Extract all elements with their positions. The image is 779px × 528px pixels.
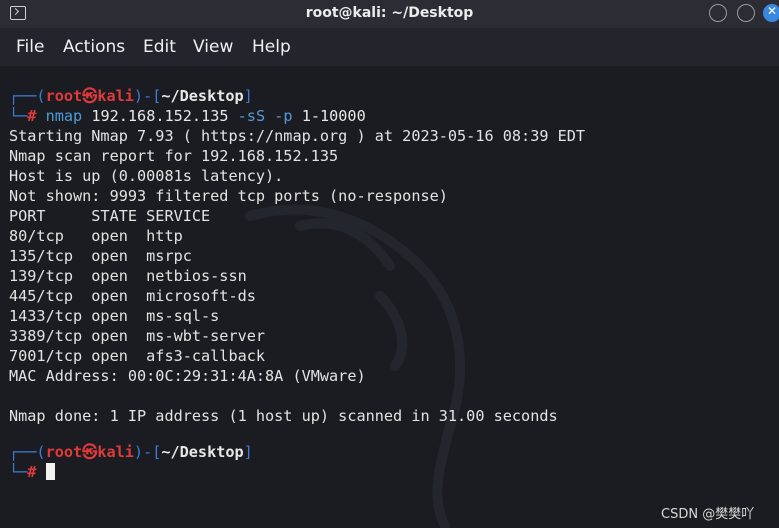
- output-line: Host is up (0.00081s latency).: [9, 167, 284, 185]
- output-line: 3389/tcp open ms-wbt-server: [9, 327, 266, 345]
- menu-bar: File Actions Edit View Help: [0, 28, 779, 66]
- csdn-watermark: CSDN @樊樊吖: [661, 507, 755, 522]
- maximize-button[interactable]: [737, 4, 755, 22]
- text-cursor: [45, 463, 55, 480]
- menu-help[interactable]: Help: [252, 37, 291, 57]
- output-line: Nmap done: 1 IP address (1 host up) scan…: [9, 407, 558, 425]
- output-line: MAC Address: 00:0C:29:31:4A:8A (VMware): [9, 367, 366, 385]
- title-bar: root@kali: ~/Desktop: [0, 0, 779, 28]
- output-line: 1433/tcp open ms-sql-s: [9, 307, 220, 325]
- output-line: Starting Nmap 7.93 ( https://nmap.org ) …: [9, 127, 586, 145]
- input-line[interactable]: └─#: [9, 462, 55, 482]
- output-line: 80/tcp open http: [9, 227, 183, 245]
- terminal-area[interactable]: ┌──(root㉿kali)-[~/Desktop] └─# nmap 192.…: [0, 66, 779, 528]
- minimize-button[interactable]: [709, 4, 727, 22]
- close-button[interactable]: [763, 4, 779, 22]
- command-line: └─# nmap 192.168.152.135 -sS -p 1-10000: [9, 107, 366, 125]
- output-line: 135/tcp open msrpc: [9, 247, 192, 265]
- output-line: Not shown: 9993 filtered tcp ports (no-r…: [9, 187, 448, 205]
- output-line: Nmap scan report for 192.168.152.135: [9, 147, 339, 165]
- output-line: PORT STATE SERVICE: [9, 207, 211, 225]
- output-line: 139/tcp open netbios-ssn: [9, 267, 247, 285]
- output-line: 445/tcp open microsoft-ds: [9, 287, 256, 305]
- menu-file[interactable]: File: [16, 37, 44, 57]
- window-title: root@kali: ~/Desktop: [305, 5, 474, 21]
- output-line: 7001/tcp open afs3-callback: [9, 347, 266, 365]
- menu-view[interactable]: View: [193, 37, 233, 57]
- menu-edit[interactable]: Edit: [143, 37, 176, 57]
- menu-actions[interactable]: Actions: [63, 37, 125, 57]
- prompt-line-2: ┌──(root㉿kali)-[~/Desktop]: [9, 443, 253, 461]
- prompt-line-1: ┌──(root㉿kali)-[~/Desktop]: [9, 87, 253, 105]
